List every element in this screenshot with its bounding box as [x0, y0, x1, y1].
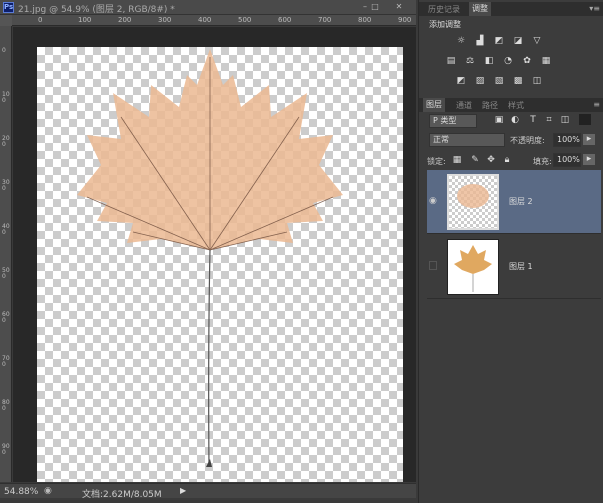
tab-layers[interactable]: 图层	[423, 98, 445, 112]
fill-label: 填充:	[533, 157, 552, 166]
lock-image-icon[interactable]: ✎	[469, 155, 481, 166]
opacity-field[interactable]: 100%	[553, 133, 581, 147]
document-title: 21.jpg @ 54.9% (图层 2, RGB/8#) *	[18, 5, 175, 15]
selective-color-icon[interactable]: ◫	[531, 76, 543, 87]
ruler-tick-label: 400	[2, 223, 10, 236]
ruler-tick-label: 200	[2, 135, 10, 148]
document-tab[interactable]: Ps 21.jpg @ 54.9% (图层 2, RGB/8#) * – □ ✕	[0, 0, 416, 15]
invert-icon[interactable]: ◩	[455, 76, 467, 87]
layers-tabs: 图层 通道 路径 样式 ≡	[419, 98, 603, 112]
ruler-tick-label: 200	[118, 16, 132, 24]
ruler-tick-label: 600	[278, 16, 292, 24]
add-adjustment-heading: 添加调整	[429, 20, 461, 29]
ruler-origin[interactable]	[0, 15, 12, 26]
adjustments-tabs: 历史记录 调整 ▾≡	[419, 2, 603, 16]
filter-toggle[interactable]	[579, 114, 591, 125]
filter-type-icon[interactable]: T	[527, 115, 539, 126]
brightness-icon[interactable]: ☼	[455, 36, 467, 47]
fill-field[interactable]: 100%	[553, 153, 581, 167]
ruler-tick-label: 900	[2, 443, 10, 456]
color-lookup-icon[interactable]: ▦	[540, 56, 552, 67]
hue-saturation-icon[interactable]: ▤	[445, 56, 457, 67]
maximize-button[interactable]: □	[368, 2, 382, 12]
ruler-tick-label: 600	[2, 311, 10, 324]
visibility-toggle[interactable]	[429, 261, 437, 270]
posterize-icon[interactable]: ▨	[474, 76, 486, 87]
layer-row-1[interactable]: 图层 1	[427, 235, 601, 299]
photo-filter-icon[interactable]: ◔	[502, 56, 514, 67]
share-icon[interactable]: ◉	[44, 486, 52, 496]
close-button[interactable]: ✕	[392, 2, 406, 12]
layer-name[interactable]: 图层 2	[509, 196, 533, 207]
ruler-tick-label: 300	[158, 16, 172, 24]
filter-smart-object-icon[interactable]: ◫	[559, 115, 571, 126]
filter-pixel-icon[interactable]: ▣	[493, 115, 505, 126]
ruler-tick-label: 700	[2, 355, 10, 368]
panel-menu-icon[interactable]: ▾≡	[589, 4, 600, 13]
lock-transparent-icon[interactable]: ▦	[451, 155, 463, 166]
eye-icon[interactable]: ◉	[429, 196, 437, 206]
threshold-icon[interactable]: ▧	[493, 76, 505, 87]
layers-menu-icon[interactable]: ≡	[593, 100, 600, 109]
vibrance-icon[interactable]: ▽	[531, 36, 543, 47]
filter-kind-select[interactable]: P 类型	[429, 114, 477, 128]
lock-label: 锁定:	[427, 157, 446, 166]
levels-icon[interactable]: ▟	[474, 36, 486, 47]
filter-adjustment-icon[interactable]: ◐	[509, 115, 521, 126]
canvas-area[interactable]	[13, 27, 416, 482]
color-balance-icon[interactable]: ⚖	[464, 56, 476, 67]
layer-thumbnail	[447, 239, 499, 295]
document-canvas[interactable]	[37, 47, 403, 482]
tab-channels[interactable]: 通道	[453, 100, 475, 111]
lock-all-icon[interactable]: 🔒︎	[501, 155, 513, 166]
tab-adjustments[interactable]: 调整	[469, 2, 491, 16]
layer-name[interactable]: 图层 1	[509, 261, 533, 272]
maple-leaf-image	[77, 49, 343, 468]
status-menu-arrow[interactable]: ▶	[180, 486, 186, 495]
zoom-field[interactable]: 54.88%	[4, 487, 38, 497]
ruler-vertical[interactable]: 01002003004005006007008009001000	[0, 26, 12, 500]
tab-history[interactable]: 历史记录	[425, 4, 463, 15]
status-bar: 54.88% ◉ 文档:2.62M/8.05M ▶	[0, 483, 416, 500]
ruler-tick-label: 0	[2, 47, 6, 54]
right-panel: 历史记录 调整 ▾≡ 添加调整 ☼ ▟ ◩ ◪ ▽ ▤ ⚖ ◧ ◔ ✿ ▦ ◩ ▨ ▧ ▩ ◫ 图层 通道 路…	[418, 0, 603, 503]
tab-paths[interactable]: 路径	[479, 100, 501, 111]
ruler-tick-label: 100	[2, 91, 10, 104]
ruler-tick-label: 900	[398, 16, 412, 24]
tab-styles[interactable]: 样式	[505, 100, 527, 111]
exposure-icon[interactable]: ◪	[512, 36, 524, 47]
fill-dropdown[interactable]: ▸	[583, 154, 595, 165]
ruler-tick-label: 300	[2, 179, 10, 192]
curves-icon[interactable]: ◩	[493, 36, 505, 47]
ruler-tick-label: 400	[198, 16, 212, 24]
ruler-tick-label: 800	[2, 399, 10, 412]
lock-position-icon[interactable]: ✥	[485, 155, 497, 166]
filter-shape-icon[interactable]: ⌗	[543, 115, 555, 126]
gradient-map-icon[interactable]: ▩	[512, 76, 524, 87]
opacity-label: 不透明度:	[510, 136, 545, 145]
layer-thumbnail	[447, 174, 499, 230]
layer-row-2[interactable]: ◉ 图层 2	[427, 170, 601, 234]
ruler-tick-label: 100	[78, 16, 92, 24]
ruler-horizontal[interactable]: 0 100 200 300 400 500 600 700 800 900	[12, 15, 416, 26]
ruler-tick-label: 800	[358, 16, 372, 24]
blend-mode-select[interactable]: 正常	[429, 133, 505, 147]
document-size: 文档:2.62M/8.05M	[82, 490, 162, 500]
opacity-dropdown[interactable]: ▸	[583, 134, 595, 145]
channel-mixer-icon[interactable]: ✿	[521, 56, 533, 67]
ruler-tick-label: 500	[2, 267, 10, 280]
photoshop-logo: Ps	[3, 2, 14, 13]
black-white-icon[interactable]: ◧	[483, 56, 495, 67]
ruler-tick-label: 0	[38, 16, 43, 24]
ruler-tick-label: 500	[238, 16, 252, 24]
ruler-tick-label: 700	[318, 16, 332, 24]
